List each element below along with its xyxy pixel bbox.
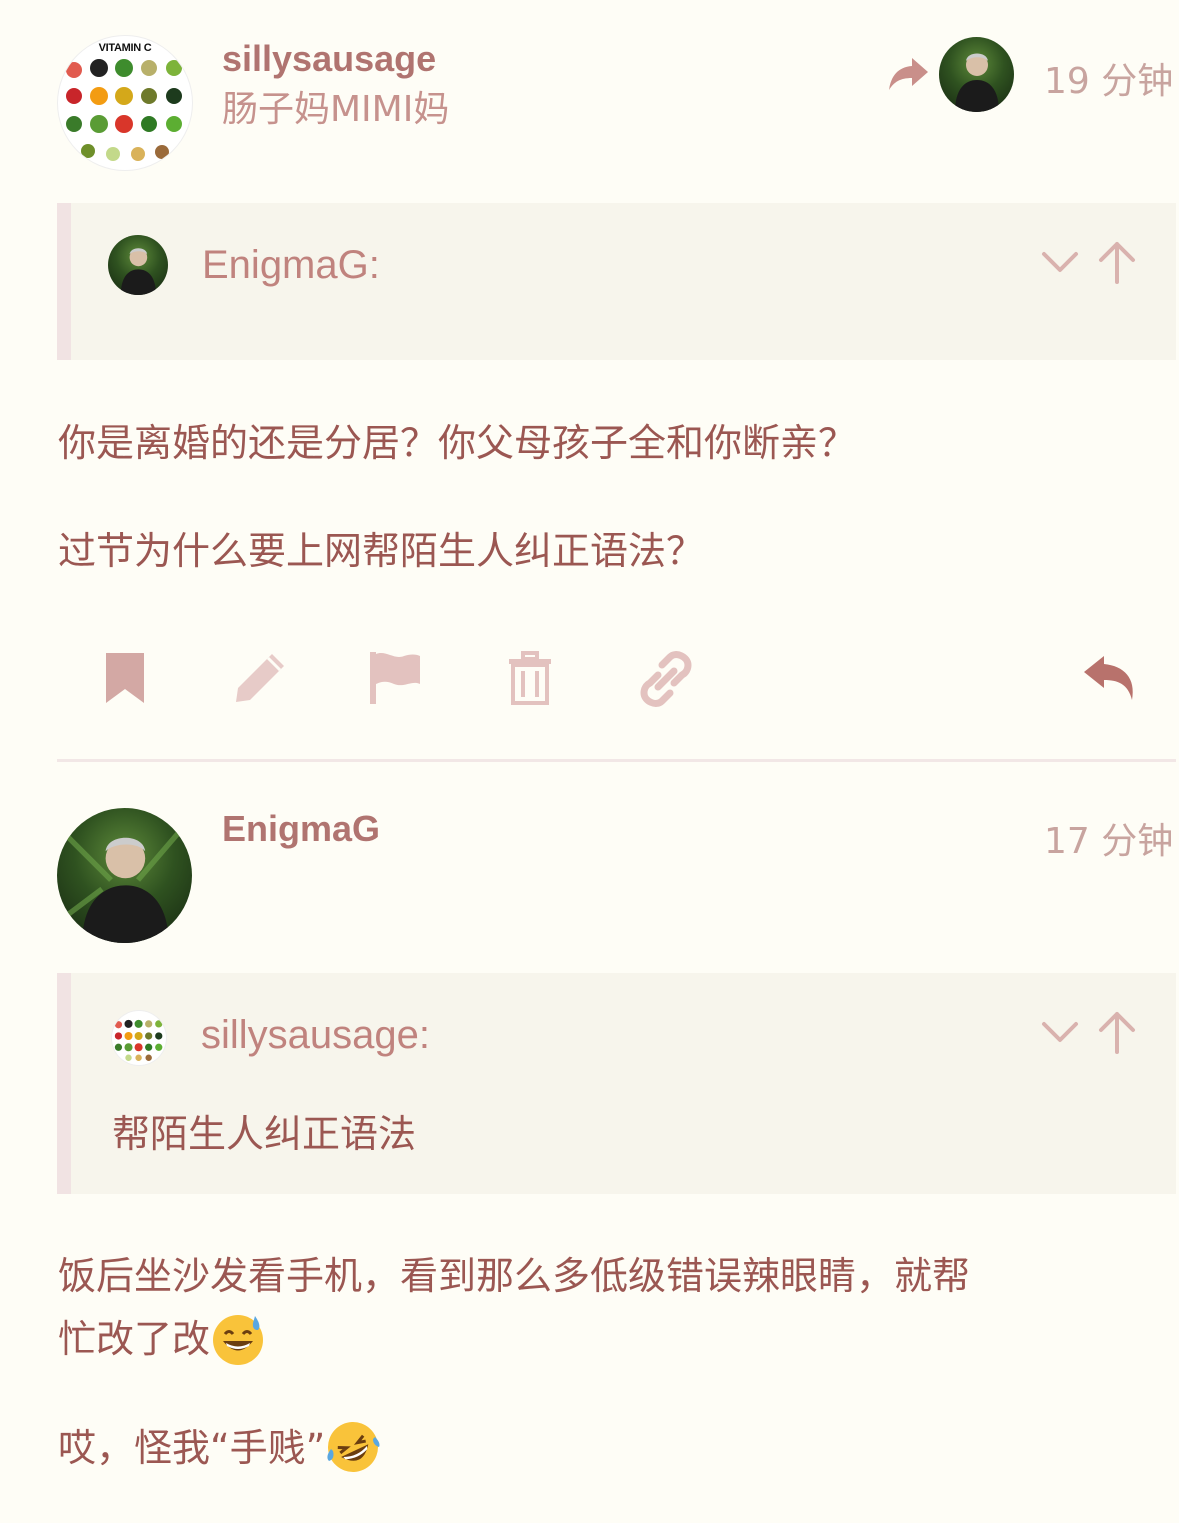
post-time[interactable]: 19 分钟 (1044, 52, 1173, 104)
post-time[interactable]: 17 分钟 (1044, 812, 1173, 864)
flag-icon[interactable] (368, 650, 422, 706)
post-paragraph: 饭后坐沙发看手机，看到那么多低级错误辣眼睛，就帮 (58, 1254, 971, 1298)
rofl-emoji-icon (327, 1422, 380, 1472)
person-silhouette (57, 815, 192, 943)
pencil-icon[interactable] (232, 650, 288, 706)
chevron-down-icon[interactable] (1040, 248, 1080, 276)
post-paragraph: 过节为什么要上网帮陌生人纠正语法？ (58, 529, 705, 573)
arrow-up-icon[interactable] (1097, 240, 1137, 284)
post-divider (57, 759, 1176, 762)
chevron-down-icon[interactable] (1040, 1018, 1080, 1046)
person-silhouette (120, 248, 156, 295)
sweat-smile-emoji-icon (213, 1315, 264, 1365)
person-silhouette (955, 53, 999, 112)
avatar-enigmag[interactable] (57, 808, 192, 943)
post-paragraph: 忙改了改 (58, 1308, 266, 1366)
trash-icon[interactable] (507, 651, 553, 705)
share-arrow-icon[interactable] (886, 54, 930, 94)
reply-to-avatar[interactable] (939, 37, 1014, 112)
quote-avatar[interactable] (112, 1011, 166, 1065)
post-paragraph: 哎，怪我“手贱” (58, 1417, 381, 1475)
quote-block: EnigmaG: (57, 203, 1176, 360)
arrow-up-icon[interactable] (1097, 1010, 1137, 1054)
reply-icon[interactable] (1082, 654, 1138, 702)
post-text: 忙改了改 (58, 1317, 211, 1361)
quote-author: sillysausage: (201, 1013, 431, 1057)
post-text: 哎，怪我“手贱” (58, 1426, 326, 1470)
quote-text: 帮陌生人纠正语法 (112, 1112, 417, 1156)
link-icon[interactable] (638, 651, 694, 707)
post-username[interactable]: EnigmaG (222, 808, 380, 850)
quote-avatar[interactable] (108, 235, 168, 295)
vegetable-grid-image (114, 1019, 163, 1061)
avatar-sillysausage[interactable]: VITAMIN C (58, 36, 192, 170)
post-paragraph: 你是离婚的还是分居？你父母孩子全和你断亲？ (58, 421, 857, 465)
bookmark-icon[interactable] (104, 651, 146, 705)
vegetable-grid-image (66, 59, 182, 161)
post-fullname: 肠子妈MIMI妈 (222, 89, 450, 130)
post-username[interactable]: sillysausage (222, 38, 436, 80)
quote-author: EnigmaG: (202, 243, 380, 287)
quote-block: sillysausage: 帮陌生人纠正语法 (57, 973, 1176, 1194)
